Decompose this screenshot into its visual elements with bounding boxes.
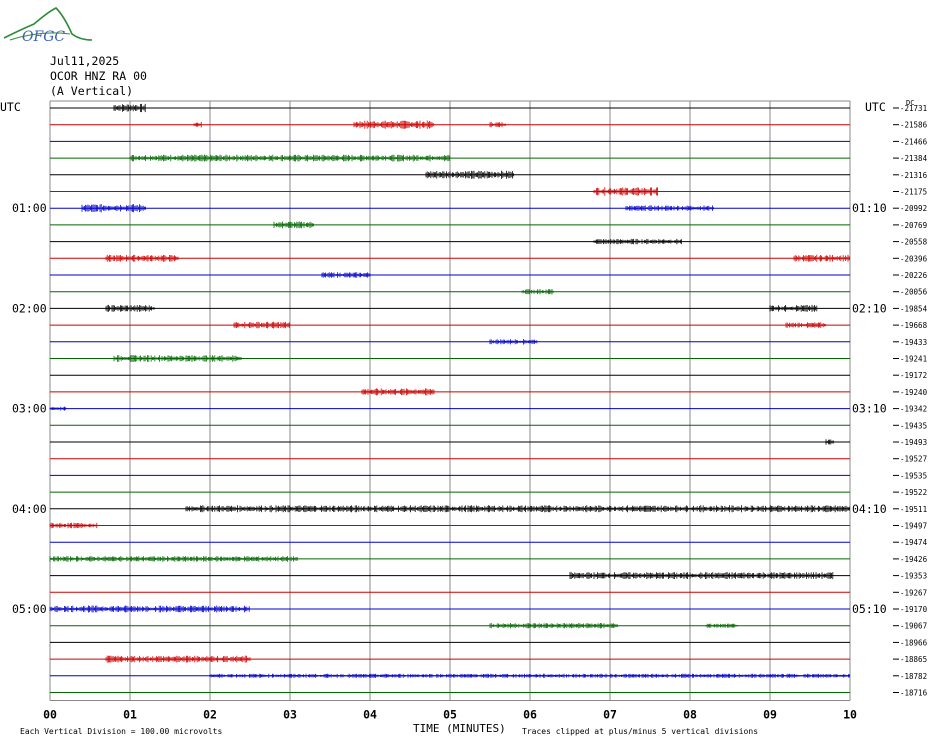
x-tick-label-10: 10 xyxy=(843,708,857,722)
dc-offset-label: -20769 xyxy=(900,221,927,230)
x-tick-label-02: 02 xyxy=(203,708,217,722)
dc-offset-label: -19342 xyxy=(900,405,927,414)
dc-offset-label: -19241 xyxy=(900,355,927,364)
right-time-label: 03:10 xyxy=(852,402,887,416)
dc-offset-labels: DC-21731-21586-21466-21384-21316-21175-2… xyxy=(893,99,928,698)
dc-offset-label: -19267 xyxy=(900,588,927,597)
trace-burst-13-1 xyxy=(105,304,155,312)
trace-burst-12-1 xyxy=(521,289,554,295)
dc-offset-label: -19493 xyxy=(900,438,927,447)
dc-offset-label: -19435 xyxy=(900,421,927,430)
dc-offset-label: -20992 xyxy=(900,204,927,213)
trace-burst-28-1 xyxy=(49,556,298,562)
dc-offset-label: -21175 xyxy=(900,188,927,197)
dc-offset-label: -19172 xyxy=(900,371,927,380)
dc-offset-label: -19497 xyxy=(900,522,927,531)
trace-burst-34-1 xyxy=(105,655,251,663)
dc-offset-label: -21466 xyxy=(900,137,928,146)
dc-offset-label: -19170 xyxy=(900,605,928,614)
trace-burst-31-1 xyxy=(49,605,250,613)
left-time-label: 02:00 xyxy=(12,301,47,315)
x-tick-label-01: 01 xyxy=(123,708,137,722)
footer-scale-note: Each Vertical Division = 100.00 microvol… xyxy=(20,727,223,736)
right-utc-label: UTC xyxy=(865,100,886,114)
trace-burst-11-1 xyxy=(321,272,371,278)
right-time-labels: UTC 01:10 02:10 03:10 04:10 05:10 xyxy=(852,100,887,616)
right-time-label: 01:10 xyxy=(852,201,887,215)
left-time-label: 04:00 xyxy=(12,502,47,516)
trace-burst-10-2 xyxy=(793,254,850,262)
right-time-label: 05:10 xyxy=(852,602,887,616)
footer-clip-note: Traces clipped at plus/minus 5 vertical … xyxy=(522,727,759,736)
dc-offset-label: -21384 xyxy=(900,154,928,163)
dc-offset-label: -19240 xyxy=(900,388,928,397)
dc-offset-label: -20226 xyxy=(900,271,928,280)
trace-burst-2-2 xyxy=(353,120,434,129)
x-tick-label-09: 09 xyxy=(763,708,777,722)
dc-offset-label: -21731 xyxy=(900,104,927,113)
trace-burst-4-1 xyxy=(129,154,450,162)
dc-offset-label: -19067 xyxy=(900,622,927,631)
dc-offset-label: -20558 xyxy=(900,238,928,247)
helicorder-chart: OFGC UTC 01:00 02:00 03:00 04:00 05:00 UTC 01:… xyxy=(0,7,928,722)
x-tick-label-07: 07 xyxy=(603,708,617,722)
dc-offset-label: -18716 xyxy=(900,689,928,698)
dc-offset-label: -19426 xyxy=(900,555,928,564)
x-tick-label-05: 05 xyxy=(443,708,457,722)
left-time-label: 03:00 xyxy=(12,402,47,416)
x-tick-label-00: 00 xyxy=(43,708,57,722)
dc-offset-label: -21586 xyxy=(900,121,928,130)
logo-text: OFGC xyxy=(22,29,65,45)
x-tick-label-03: 03 xyxy=(283,708,297,722)
dc-offset-label: -19474 xyxy=(900,538,928,547)
dc-offset-label: -19511 xyxy=(900,505,927,514)
dc-offset-label: -18966 xyxy=(900,638,928,647)
dc-offset-label: -19535 xyxy=(900,471,927,480)
ofgc-logo: OFGC xyxy=(3,7,93,45)
left-time-label: 05:00 xyxy=(12,602,47,616)
dc-offset-label: -21316 xyxy=(900,171,928,180)
trace-burst-10-1 xyxy=(105,254,179,262)
x-tick-label-04: 04 xyxy=(363,708,377,722)
dc-offset-label: -18865 xyxy=(900,655,927,664)
x-axis-title: TIME (MINUTES) xyxy=(413,722,506,735)
dc-offset-label: -19854 xyxy=(900,304,928,313)
left-utc-label: UTC xyxy=(0,100,21,114)
dc-offset-label: -19353 xyxy=(900,572,927,581)
dc-offset-label: -19527 xyxy=(900,455,927,464)
trace-burst-14-1 xyxy=(233,321,290,329)
trace-burst-32-1 xyxy=(489,623,618,629)
x-tick-label-08: 08 xyxy=(683,708,697,722)
right-time-label: 04:10 xyxy=(852,502,887,516)
right-time-label: 02:10 xyxy=(852,301,887,315)
dc-offset-label: -19433 xyxy=(900,338,927,347)
dc-offset-label: -20396 xyxy=(900,254,928,263)
dc-offset-label: -19668 xyxy=(900,321,928,330)
x-axis-ticks: 00 01 02 03 04 05 06 07 08 09 10 xyxy=(43,708,857,722)
trace-burst-16-1 xyxy=(113,355,242,362)
trace-burst-21-1 xyxy=(825,439,834,445)
x-tick-label-06: 06 xyxy=(523,708,537,722)
trace-burst-18-1 xyxy=(361,388,435,396)
dc-offset-label: -18782 xyxy=(900,672,927,681)
dc-offset-label: -19522 xyxy=(900,488,927,497)
left-time-label: 01:00 xyxy=(12,201,47,215)
trace-burst-2-1 xyxy=(193,121,202,128)
dc-offset-label: -20056 xyxy=(900,288,928,297)
trace-burst-32-2 xyxy=(705,623,738,628)
left-time-labels: UTC 01:00 02:00 03:00 04:00 05:00 xyxy=(0,100,47,616)
